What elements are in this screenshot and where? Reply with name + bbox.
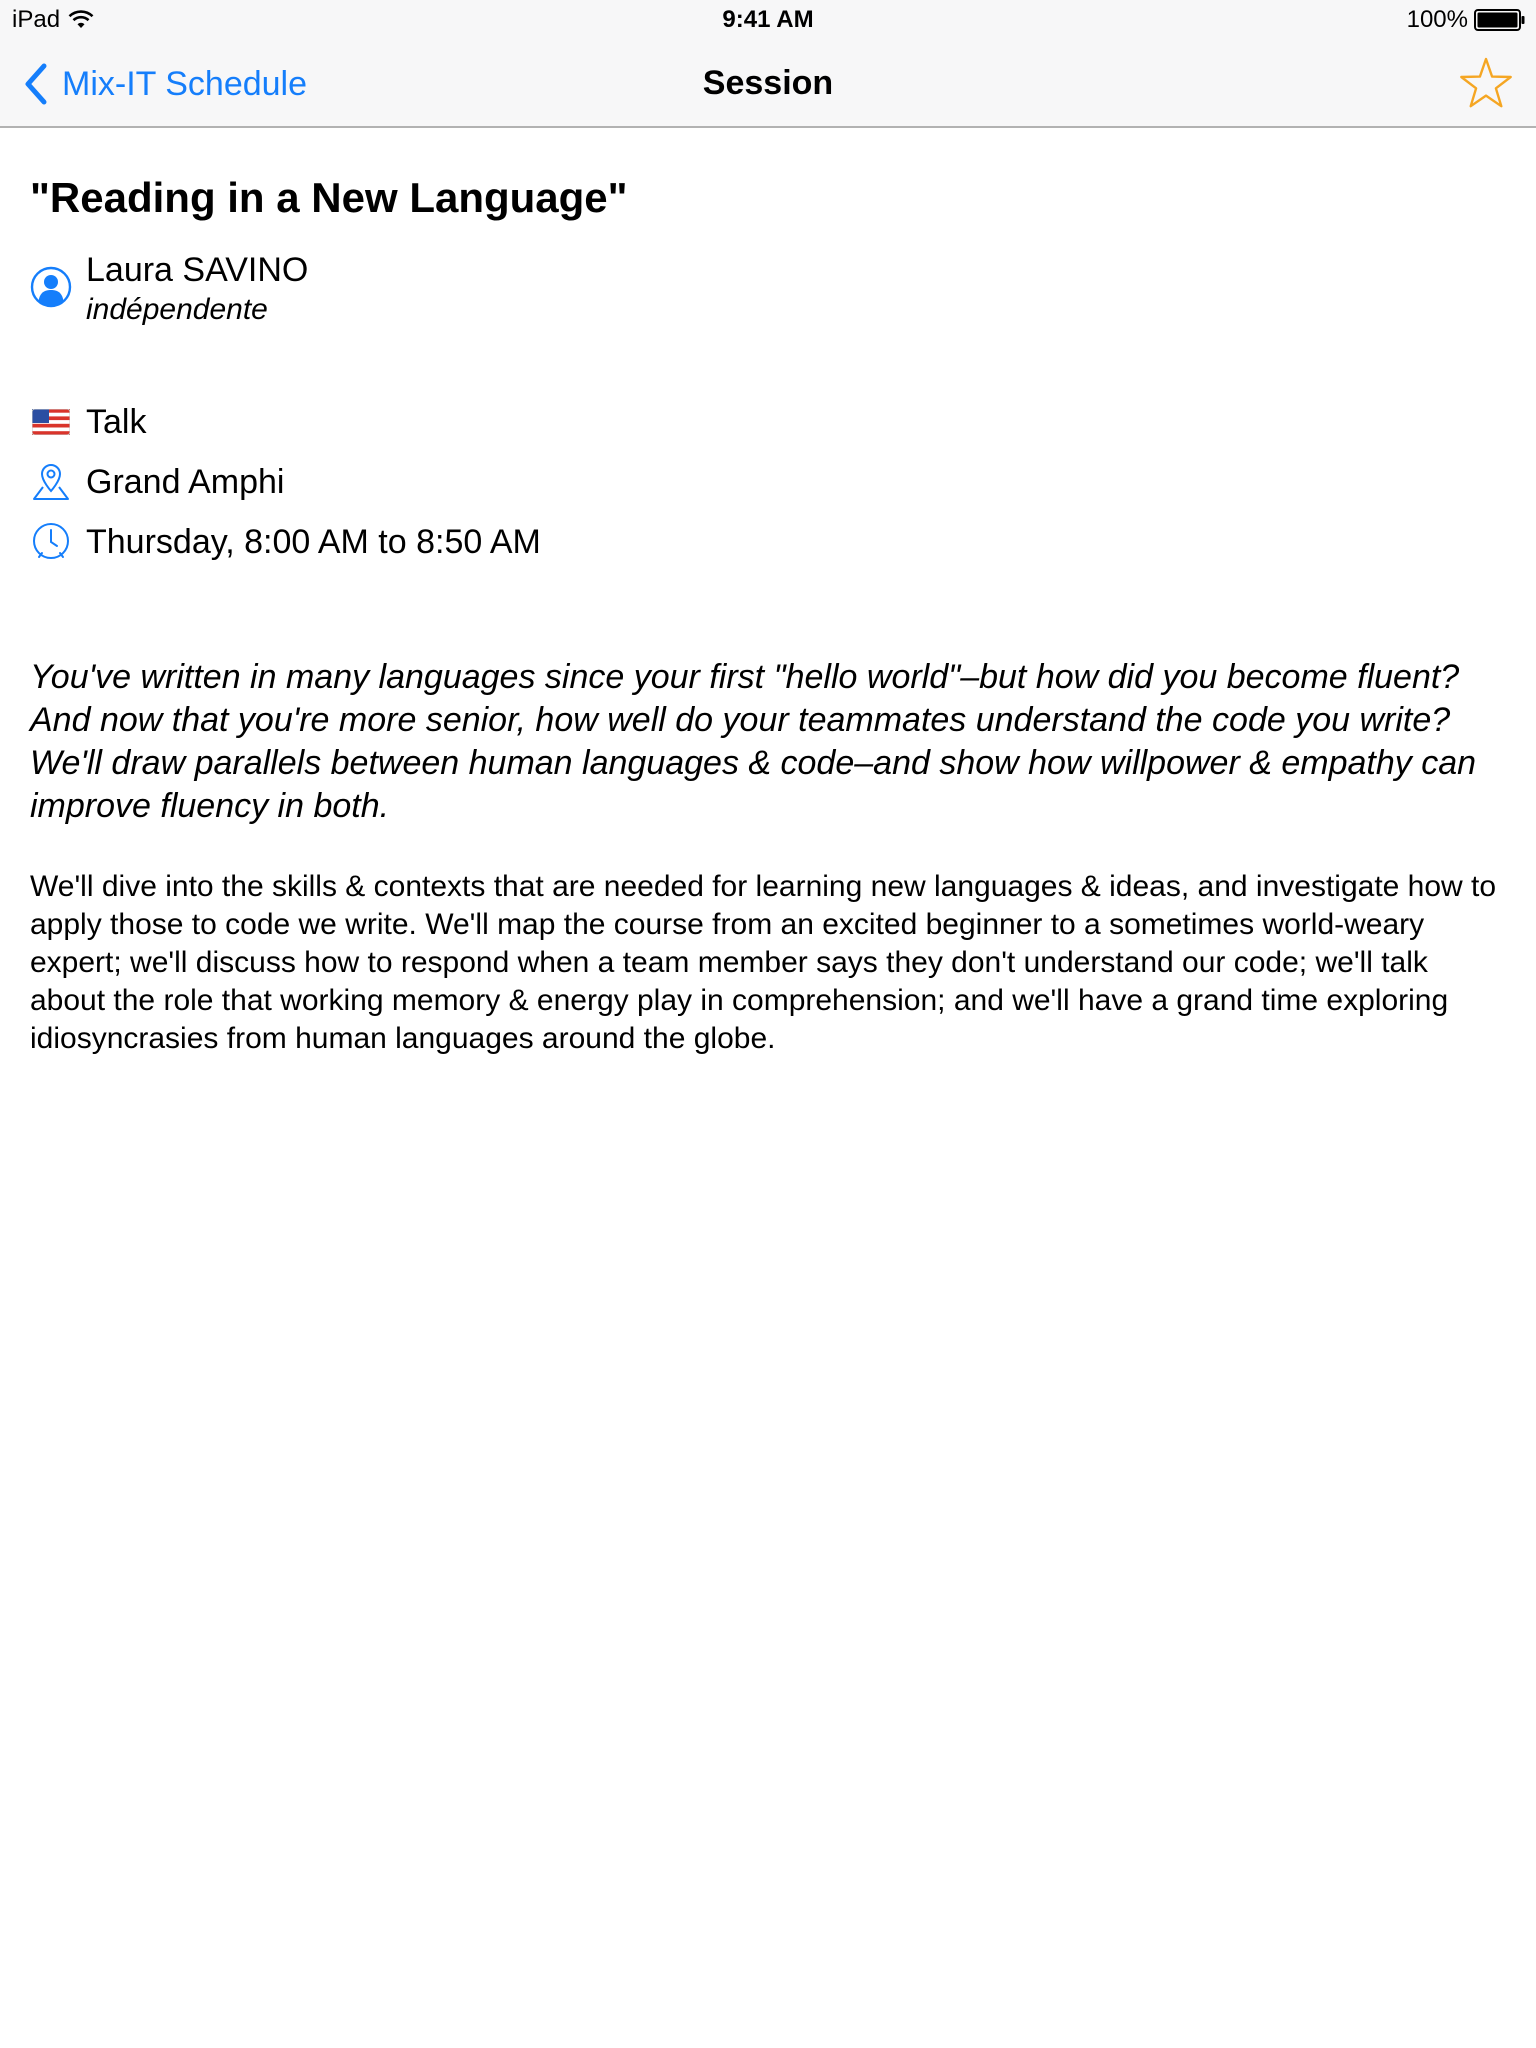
clock-icon (33, 523, 69, 559)
speaker-info: Laura SAVINO indépendente (86, 250, 308, 330)
status-bar: iPad 9:41 AM 100% (0, 0, 1536, 40)
session-summary: You've written in many languages since y… (30, 658, 1477, 825)
status-time: 9:41 AM (722, 6, 814, 33)
session-title: "Reading in a New Language" (30, 174, 628, 221)
format-row: Talk (30, 392, 1506, 452)
speaker-company: indépendente (86, 293, 268, 326)
session-time: Thursday, 8:00 AM to 8:50 AM (86, 522, 541, 561)
us-flag-icon (32, 409, 70, 435)
person-icon (30, 266, 72, 308)
map-pin-icon (33, 464, 69, 500)
session-format: Talk (86, 402, 147, 441)
time-row: Thursday, 8:00 AM to 8:50 AM (30, 512, 1506, 572)
favorite-button[interactable] (1456, 54, 1516, 114)
room-row: Grand Amphi (30, 452, 1506, 512)
navigation-bar: Mix-IT Schedule Session (0, 40, 1536, 128)
status-right: 100% (1407, 6, 1526, 34)
speaker-name: Laura SAVINO (86, 251, 309, 289)
session-room: Grand Amphi (86, 462, 285, 501)
star-icon (1460, 57, 1512, 108)
session-detail: "Reading in a New Language" Laura SAVINO… (30, 128, 1506, 1088)
session-info: Talk Grand Amphi Thursday, 8:00 AM to 8:… (30, 392, 1506, 572)
battery-percentage: 100% (1406, 6, 1468, 33)
speaker-row[interactable]: Laura SAVINO indépendente (30, 250, 1506, 330)
session-description: We'll dive into the skills & contexts th… (30, 870, 1497, 1055)
page-title: Session (702, 64, 834, 102)
battery-icon (1474, 9, 1525, 31)
